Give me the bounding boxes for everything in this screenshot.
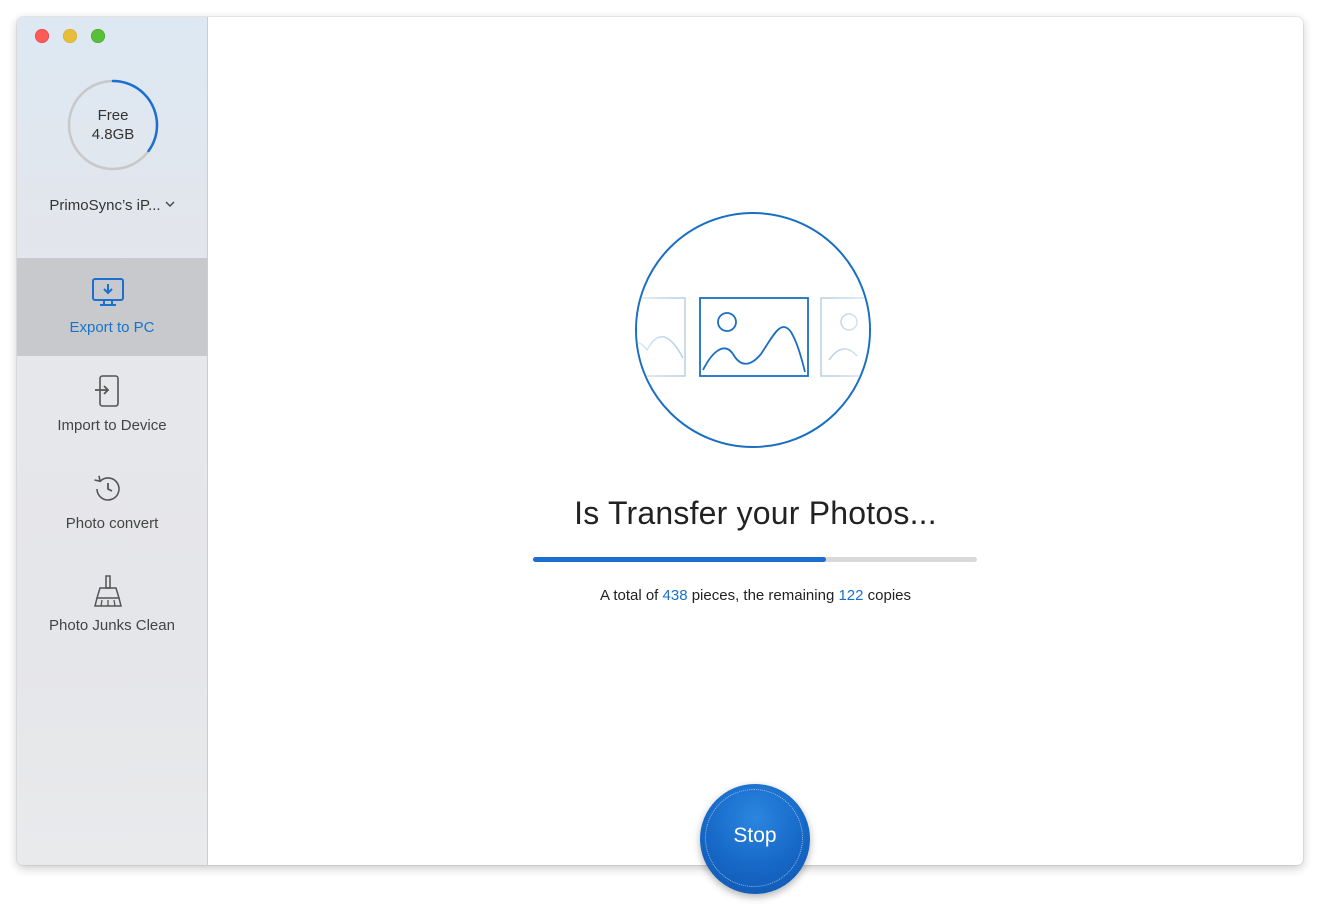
sidebar-item-import-to-device[interactable]: Import to Device (17, 356, 207, 454)
photos-transfer-icon (635, 212, 871, 448)
device-selector[interactable]: PrimoSync’s iP... (17, 195, 207, 214)
transfer-title: Is Transfer your Photos... (574, 495, 937, 531)
maximize-window-button[interactable] (91, 29, 105, 43)
minimize-window-button[interactable] (63, 29, 77, 43)
sidebar-item-label: Export to PC (69, 319, 155, 336)
app-window: Free 4.8GB PrimoSync’s iP... Export to P… (17, 17, 1303, 865)
sidebar-item-photo-junks-clean[interactable]: Photo Junks Clean (17, 556, 207, 654)
progress-bar (533, 557, 977, 562)
sidebar-item-photo-convert[interactable]: Photo convert (17, 454, 207, 552)
storage-text: Free 4.8GB (66, 106, 160, 144)
close-window-button[interactable] (35, 29, 49, 43)
transfer-status: A total of 438 pieces, the remaining 122… (208, 587, 1303, 604)
storage-ring: Free 4.8GB (66, 78, 160, 172)
status-prefix: A total of (599, 587, 663, 604)
progress-bar-fill (533, 557, 827, 562)
remaining-count: 122 (838, 587, 864, 604)
sidebar-item-label: Import to Device (57, 417, 167, 434)
sidebar: Free 4.8GB PrimoSync’s iP... Export to P… (17, 17, 208, 865)
main-panel: Is Transfer your Photos... A total of 43… (208, 17, 1303, 865)
total-count: 438 (662, 587, 688, 604)
storage-free-value: 4.8GB (91, 126, 135, 143)
broom-icon (94, 575, 122, 607)
device-name: PrimoSync’s iP... (49, 197, 161, 214)
stop-button-label: Stop (733, 824, 777, 847)
storage-label: Free (97, 107, 129, 124)
stop-button[interactable]: Stop (700, 784, 810, 894)
history-clock-icon (94, 475, 120, 501)
sidebar-item-export-to-pc[interactable]: Export to PC (17, 258, 207, 356)
chevron-down-icon (165, 195, 175, 212)
sidebar-item-label: Photo convert (65, 515, 159, 532)
status-suffix: copies (863, 587, 912, 604)
device-import-icon (95, 375, 119, 407)
monitor-download-icon (92, 278, 124, 306)
status-middle: pieces, the remaining (687, 587, 839, 604)
sidebar-item-label: Photo Junks Clean (49, 617, 175, 634)
